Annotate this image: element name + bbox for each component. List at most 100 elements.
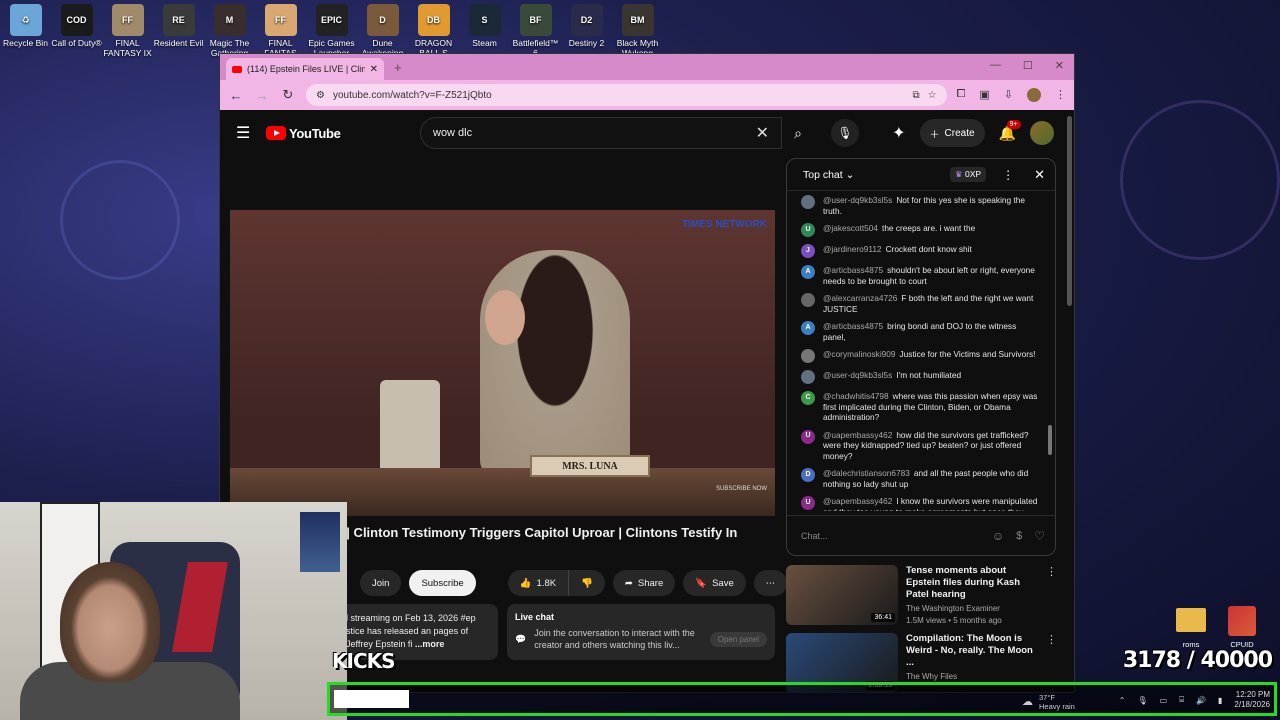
subscribe-overlay[interactable]: SUBSCRIBE NOW <box>716 486 767 492</box>
folder-icon[interactable] <box>1176 608 1206 632</box>
clock[interactable]: 12:20 PM 2/18/2026 <box>1234 690 1270 710</box>
clear-search-icon[interactable]: ✕ <box>756 123 769 143</box>
cpuid-icon[interactable] <box>1228 606 1256 636</box>
youtube-logo[interactable]: YouTube <box>266 126 341 141</box>
close-chat-icon[interactable]: ✕ <box>1034 167 1045 183</box>
chat-avatar[interactable] <box>801 293 815 307</box>
search-input[interactable]: wow dlc ✕ <box>420 117 782 149</box>
emoji-icon[interactable]: ☺ <box>992 529 1004 543</box>
chat-username[interactable]: @articbass4875 <box>823 265 883 275</box>
more-vert-icon[interactable]: ⋮ <box>1046 565 1057 625</box>
nameplate: MRS. LUNA <box>530 455 650 477</box>
app-icon: COD <box>60 4 93 36</box>
save-button[interactable]: 🔖 Save <box>683 570 746 596</box>
reload-icon[interactable]: ↻ <box>280 87 296 103</box>
chat-username[interactable]: @user-dq9kb3sl5s <box>823 370 892 380</box>
chat-avatar[interactable]: J <box>801 244 815 258</box>
heart-icon[interactable]: ♡ <box>1034 529 1045 543</box>
like-button[interactable]: 👍 1.8K <box>507 570 570 596</box>
chat-username[interactable]: @jakescott504 <box>823 223 878 233</box>
search-button[interactable]: ⌕ <box>782 117 814 149</box>
network-icon[interactable]: ⌸ <box>1179 695 1184 705</box>
chat-avatar[interactable]: A <box>801 321 815 335</box>
chat-input[interactable]: Chat... <box>801 531 980 541</box>
open-panel-button[interactable]: Open panel <box>709 631 767 647</box>
bookmark-star-icon[interactable]: ☆ <box>928 90 937 101</box>
chat-username[interactable]: @user-dq9kb3sl5s <box>823 195 892 205</box>
more-actions-button[interactable]: ⋯ <box>753 570 788 596</box>
chat-avatar[interactable]: C <box>801 391 815 405</box>
chat-username[interactable]: @chadwhitis4798 <box>823 391 889 401</box>
profile-avatar[interactable] <box>1027 88 1041 102</box>
chat-avatar[interactable]: D <box>801 468 815 482</box>
chat-username[interactable]: @articbass4875 <box>823 321 883 331</box>
youtube-logo-text: YouTube <box>289 125 341 141</box>
extensions-icon[interactable]: ⧠ <box>957 88 966 102</box>
downloads-icon[interactable]: ⇩ <box>1004 88 1013 102</box>
subscribe-button[interactable]: Subscribe <box>409 570 476 596</box>
volume-icon[interactable]: 🔊 <box>1196 696 1206 705</box>
weather-desc: Heavy rain <box>1039 702 1075 711</box>
xp-badge[interactable]: ♛ 0XP <box>950 167 987 182</box>
chat-avatar[interactable] <box>801 370 815 384</box>
browser-tab[interactable]: (114) Epstein Files LIVE | Clinton ✕ <box>226 58 384 80</box>
minimize-icon[interactable]: — <box>990 59 1001 72</box>
chat-username[interactable]: @alexcarranza4726 <box>823 293 897 303</box>
omnibox[interactable]: ⚙ youtube.com/watch?v=F-Z521jQbto ⧉ ☆ <box>306 84 947 106</box>
battery-icon[interactable]: ▮ <box>1218 696 1222 705</box>
chat-username[interactable]: @uapembassy462 <box>823 496 892 506</box>
chat-avatar[interactable] <box>801 349 815 363</box>
install-icon[interactable]: ⧉ <box>912 90 919 101</box>
description-more-link[interactable]: ...more <box>415 639 445 649</box>
chat-scrollbar[interactable] <box>1048 195 1052 515</box>
top-chat-dropdown[interactable]: Top chat ⌄ <box>803 169 942 181</box>
maximize-icon[interactable]: ☐ <box>1023 59 1033 72</box>
chat-avatar[interactable]: U <box>801 496 815 510</box>
recommended-title[interactable]: Tense moments about Epstein files during… <box>906 565 1038 601</box>
channel-name[interactable]: The Washington Examiner <box>906 603 1038 615</box>
dislike-button[interactable]: 👎 <box>569 570 605 596</box>
new-tab-icon[interactable]: + <box>394 60 402 75</box>
recommended-video[interactable]: 36:41 Tense moments about Epstein files d… <box>786 565 1057 625</box>
site-info-icon[interactable]: ⚙ <box>316 90 325 101</box>
display-icon[interactable]: ▭ <box>1160 696 1168 705</box>
recommended-title[interactable]: Compilation: The Moon is Weird - No, rea… <box>906 633 1038 669</box>
join-button[interactable]: Join <box>360 570 402 596</box>
desktop-icon[interactable]: COD Call of Duty® <box>51 4 102 61</box>
chat-username[interactable]: @dalechristianson6783 <box>823 468 910 478</box>
chat-avatar[interactable] <box>801 195 815 209</box>
voice-search-button[interactable]: 🎙 <box>831 119 859 147</box>
microphone-tray-icon[interactable]: 🎙 <box>1138 696 1148 705</box>
chat-avatar[interactable]: U <box>801 429 815 444</box>
video-player[interactable]: MRS. LUNA TIMES NETWORK SUBSCRIBE NOW <box>230 210 775 516</box>
hamburger-menu-icon[interactable]: ☰ <box>236 123 256 143</box>
chat-menu-icon[interactable]: ⋮ <box>1002 168 1014 182</box>
create-button[interactable]: ＋ Create <box>919 119 985 147</box>
desktop-icon[interactable]: FF FINAL FANTASY IX <box>102 4 153 61</box>
weather-widget[interactable]: ☁ 37°F Heavy rain <box>1022 693 1075 711</box>
notifications-button[interactable]: 🔔 9+ <box>999 119 1021 142</box>
close-icon[interactable]: ✕ <box>370 64 378 75</box>
desktop-icon[interactable]: RE Resident Evil <box>153 4 204 61</box>
sidebar-icon[interactable]: ▣ <box>979 88 989 102</box>
chat-username[interactable]: @uapembassy462 <box>823 430 892 440</box>
chat-username[interactable]: @jardinero9112 <box>823 244 882 254</box>
chat-scroll-thumb[interactable] <box>1048 425 1052 455</box>
chat-username[interactable]: @corymalinoski909 <box>823 349 896 359</box>
chat-message-body: @user-dq9kb3sl5s Not for this yes she is … <box>823 195 1041 216</box>
super-chat-icon[interactable]: $ <box>1016 530 1022 542</box>
forward-icon[interactable]: → <box>254 88 270 103</box>
chat-avatar[interactable]: A <box>801 265 815 279</box>
chevron-up-icon[interactable]: ⌃ <box>1119 696 1126 705</box>
gem-icon[interactable]: ✦ <box>892 123 905 143</box>
chat-avatar[interactable]: U <box>801 223 815 237</box>
video-thumbnail[interactable]: 36:41 <box>786 565 898 625</box>
close-window-icon[interactable]: ✕ <box>1055 59 1064 72</box>
page-scrollbar[interactable] <box>1067 116 1072 306</box>
chat-message: @user-dq9kb3sl5s Not for this yes she is … <box>801 195 1041 216</box>
menu-kebab-icon[interactable]: ⋮ <box>1055 88 1066 102</box>
share-button[interactable]: ➦ Share <box>612 570 676 596</box>
back-icon[interactable]: ← <box>228 88 244 103</box>
account-avatar[interactable] <box>1030 121 1054 145</box>
desktop-icon[interactable]: ♻ Recycle Bin <box>0 4 51 61</box>
